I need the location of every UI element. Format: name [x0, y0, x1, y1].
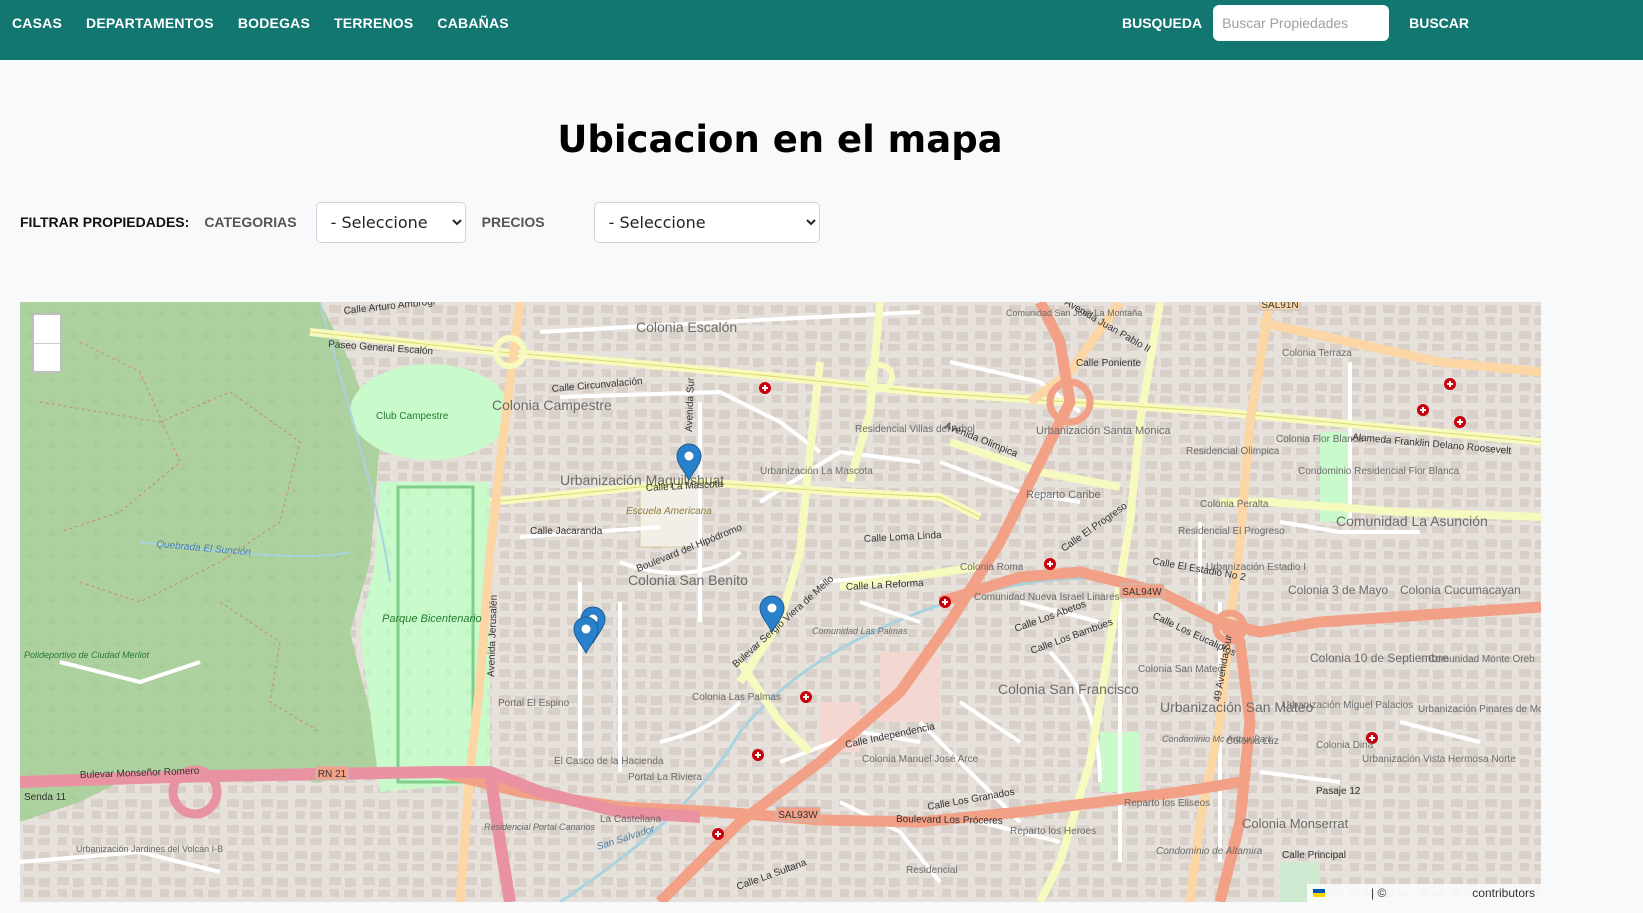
map-label-colonia-peralta: Colonia Peralta [1200, 499, 1269, 510]
nav-search: BUSQUEDA BUSCAR [1122, 5, 1473, 41]
shield-rn21-label: RN 21 [318, 769, 347, 780]
road-label-calle-poniente: Calle Poniente [1076, 358, 1141, 369]
search-input[interactable] [1213, 5, 1390, 41]
nav-link-cabanas[interactable]: CABAÑAS [425, 15, 520, 31]
map-label-reparto-los-eliseos: Reparto los Eliseos [1124, 798, 1210, 809]
map-label-reparto-los-heroes: Reparto los Heroes [1010, 826, 1096, 837]
map-label-reparto-caribe: Reparto Caribe [1026, 489, 1101, 501]
categories-label: CATEGORIAS [204, 214, 297, 230]
attribution-separator: | © [1371, 886, 1387, 900]
attribution-text: contributors [1472, 886, 1535, 900]
map-label-colonia-flor-blanca: Colonia Flor Blanca [1276, 434, 1364, 445]
map-label-escuela-americana: Escuela Americana [626, 506, 712, 517]
categories-select[interactable]: - Seleccione [315, 201, 466, 243]
property-map[interactable]: ♧ ♧ [20, 302, 1541, 902]
map-label-colonia-cucumacayan: Colonia Cucumacayan [1400, 583, 1521, 597]
map-label-monte-oreb: Comunidad Monte Oreb [1428, 654, 1535, 665]
top-navbar: CASAS DEPARTAMENTOS BODEGAS TERRENOS CAB… [0, 0, 1643, 60]
zoom-out-button[interactable] [34, 343, 60, 371]
map-label-condominio-altamira: Condominio de Altamira [1156, 846, 1263, 857]
map-label-miguel-palacios: Urbanización Miguel Palacios [1282, 700, 1413, 711]
zoom-in-button[interactable] [34, 315, 60, 343]
map-label-colonia-terraza: Colonia Terraza [1282, 348, 1352, 359]
map-label-colonia-san-francisco: Colonia San Francisco [998, 681, 1139, 697]
map-label-parque-bicentenario: Parque Bicentenario [382, 613, 482, 625]
road-label-jacaranda: Calle Jacaranda [530, 526, 603, 537]
road-label-avenida-sur: Avenida Sur [684, 377, 697, 432]
map-label-colonia-las-palmas: Colonia Las Palmas [692, 692, 781, 703]
zoom-control [32, 313, 62, 373]
nav-link-departamentos[interactable]: DEPARTAMENTOS [74, 15, 226, 31]
prices-select[interactable]: - Seleccione [593, 201, 820, 243]
filter-title: FILTRAR PROPIEDADES: [20, 214, 190, 230]
map-label-vista-hermosa: Urbanización Vista Hermosa Norte [1362, 754, 1516, 765]
map-label-colonia-san-benito: Colonia San Benito [628, 572, 748, 588]
map-label-club-campestre: Club Campestre [376, 411, 449, 422]
map-attribution: | © contributors [1307, 884, 1541, 902]
map-label-colonia-roma: Colonia Roma [960, 562, 1024, 573]
map-label-condominio-flor-blanca: Condominio Residencial Flor Blanca [1298, 466, 1460, 477]
map-label-comunidad-las-palmas: Comunidad Las Palmas [812, 626, 908, 636]
map-label-colonia-monserrat: Colonia Monserrat [1242, 816, 1349, 831]
map-label-jardines-del-volcan: Urbanización Jardines del Volcán I-B [76, 844, 223, 854]
prices-label: PRECIOS [481, 214, 545, 230]
nav-link-casas[interactable]: CASAS [0, 15, 74, 31]
nav-link-terrenos[interactable]: TERRENOS [322, 15, 425, 31]
road-label-senda-11: Senda 11 [24, 792, 67, 803]
map-label-pinares-de-monserrat: Urbanización Pinares de Monserrat [1418, 704, 1541, 715]
map-label-urbanizacion-la-mascota: Urbanización La Mascota [760, 466, 873, 477]
search-label: BUSQUEDA [1121, 15, 1203, 31]
map-tiles[interactable]: ♧ ♧ [20, 302, 1541, 902]
map-label-residencial-olimpica: Residencial Olimpica [1186, 446, 1280, 457]
map-label-mc-arthur-park: Condominio Mc Arthur Park [1162, 734, 1273, 744]
ukraine-flag-icon [1313, 889, 1325, 897]
road-label-boulevard-proceres: Boulevard Los Próceres [896, 814, 1003, 827]
shield-sal93w-label: SAL93W [778, 810, 818, 821]
map-label-colonia-dina: Colonia Dina [1316, 740, 1374, 751]
nav-links: CASAS DEPARTAMENTOS BODEGAS TERRENOS CAB… [0, 0, 521, 46]
search-button[interactable]: BUSCAR [1405, 15, 1473, 31]
road-label-pasaje-12: Pasaje 12 [1316, 786, 1361, 797]
map-label-residencial-el-progreso: Residencial El Progreso [1178, 526, 1285, 537]
map-label-colonia-san-mateo: Colonia San Mateo [1138, 664, 1223, 675]
map-label-comunidad-la-asuncion: Comunidad La Asunción [1336, 513, 1488, 529]
filter-bar: FILTRAR PROPIEDADES: CATEGORIAS - Selecc… [20, 201, 820, 243]
map-label-colonia-3-de-mayo: Colonia 3 de Mayo [1288, 583, 1388, 597]
map-label-portal-canarios: Residencial Portal Canarios [484, 822, 596, 832]
shield-sal91n-label: SAL91N [1261, 302, 1298, 311]
road-label-calle-principal: Calle Principal [1282, 850, 1346, 861]
nav-link-bodegas[interactable]: BODEGAS [226, 15, 322, 31]
map-label-el-casco: El Casco de la Hacienda [554, 756, 664, 767]
map-label-colonia-escalon: Colonia Escalón [636, 319, 737, 335]
map-label-colonia-campestre: Colonia Campestre [492, 397, 612, 413]
page-title: Ubicacion en el mapa [557, 118, 1003, 161]
map-label-residencial: Residencial [906, 865, 958, 876]
map-label-manuel-jose-arce: Colonia Manuel José Arce [862, 754, 979, 765]
map-label-santa-monica: Urbanización Santa Monica [1036, 425, 1171, 437]
shield-sal94w-label: SAL94W [1122, 587, 1162, 598]
map-label-nueva-israel: Comunidad Nueva Israel Linares [974, 592, 1120, 603]
map-label-portal-la-riviera: Portal La Riviera [628, 772, 702, 783]
map-label-portal-el-espino: Portal El Espino [498, 698, 570, 709]
map-label-polideportivo-merliot: Polideportivo de Ciudad Merliot [24, 650, 150, 660]
